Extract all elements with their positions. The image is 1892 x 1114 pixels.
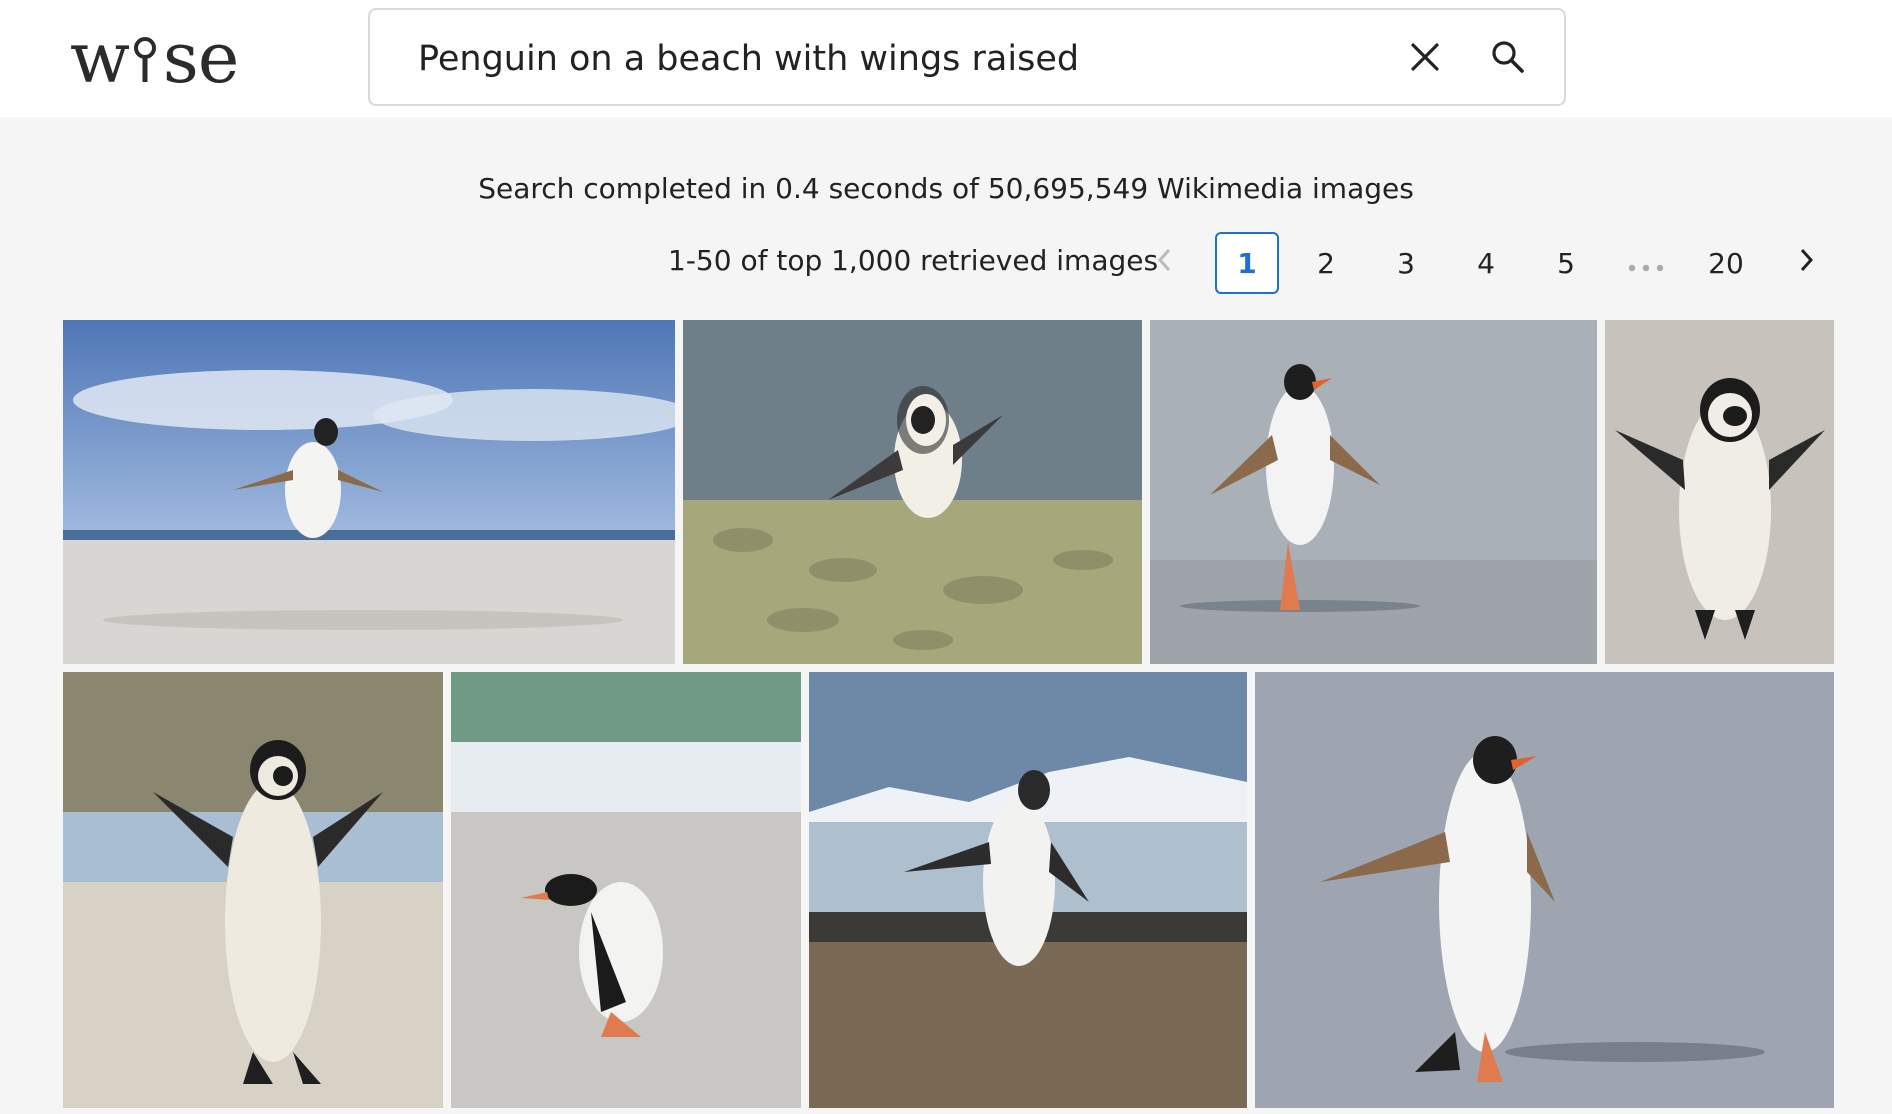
search-summary: Search completed in 0.4 seconds of 50,69…: [478, 172, 1414, 205]
results-pager-row: 1-50 of top 1,000 retrieved images 1 2 3…: [0, 230, 1892, 300]
more-pages-button[interactable]: [1614, 232, 1678, 294]
result-image[interactable]: [451, 672, 801, 1108]
chevron-left-icon: [1155, 247, 1175, 280]
page-5-button[interactable]: 5: [1534, 232, 1598, 294]
result-image[interactable]: [63, 320, 675, 664]
page-4-button[interactable]: 4: [1454, 232, 1518, 294]
results-range: 1-50 of top 1,000 retrieved images: [668, 244, 1159, 277]
result-image[interactable]: [63, 672, 443, 1108]
result-image[interactable]: [683, 320, 1142, 664]
top-bar: w se: [0, 0, 1892, 117]
search-box: [368, 8, 1566, 106]
close-icon: [1408, 40, 1442, 78]
result-image[interactable]: [809, 672, 1247, 1108]
search-input[interactable]: [416, 30, 1320, 88]
result-image[interactable]: [1255, 672, 1834, 1108]
page-3-button[interactable]: 3: [1374, 232, 1438, 294]
search-button[interactable]: [1483, 34, 1533, 84]
more-horizontal-icon: [1626, 247, 1666, 280]
previous-page-button[interactable]: [1133, 232, 1197, 294]
logo-text-right: se: [162, 17, 239, 99]
page-2-button[interactable]: 2: [1294, 232, 1358, 294]
result-image[interactable]: [1605, 320, 1834, 664]
magnifier-logo-icon: [129, 18, 163, 98]
result-image[interactable]: [1150, 320, 1597, 664]
page-20-button[interactable]: 20: [1694, 232, 1758, 294]
next-page-button[interactable]: [1774, 232, 1838, 294]
chevron-right-icon: [1796, 247, 1816, 280]
logo-text-left: w: [70, 17, 130, 99]
search-icon: [1490, 39, 1526, 79]
clear-search-button[interactable]: [1400, 34, 1450, 84]
page-1-button[interactable]: 1: [1215, 232, 1279, 294]
wise-logo[interactable]: w se: [70, 18, 270, 98]
